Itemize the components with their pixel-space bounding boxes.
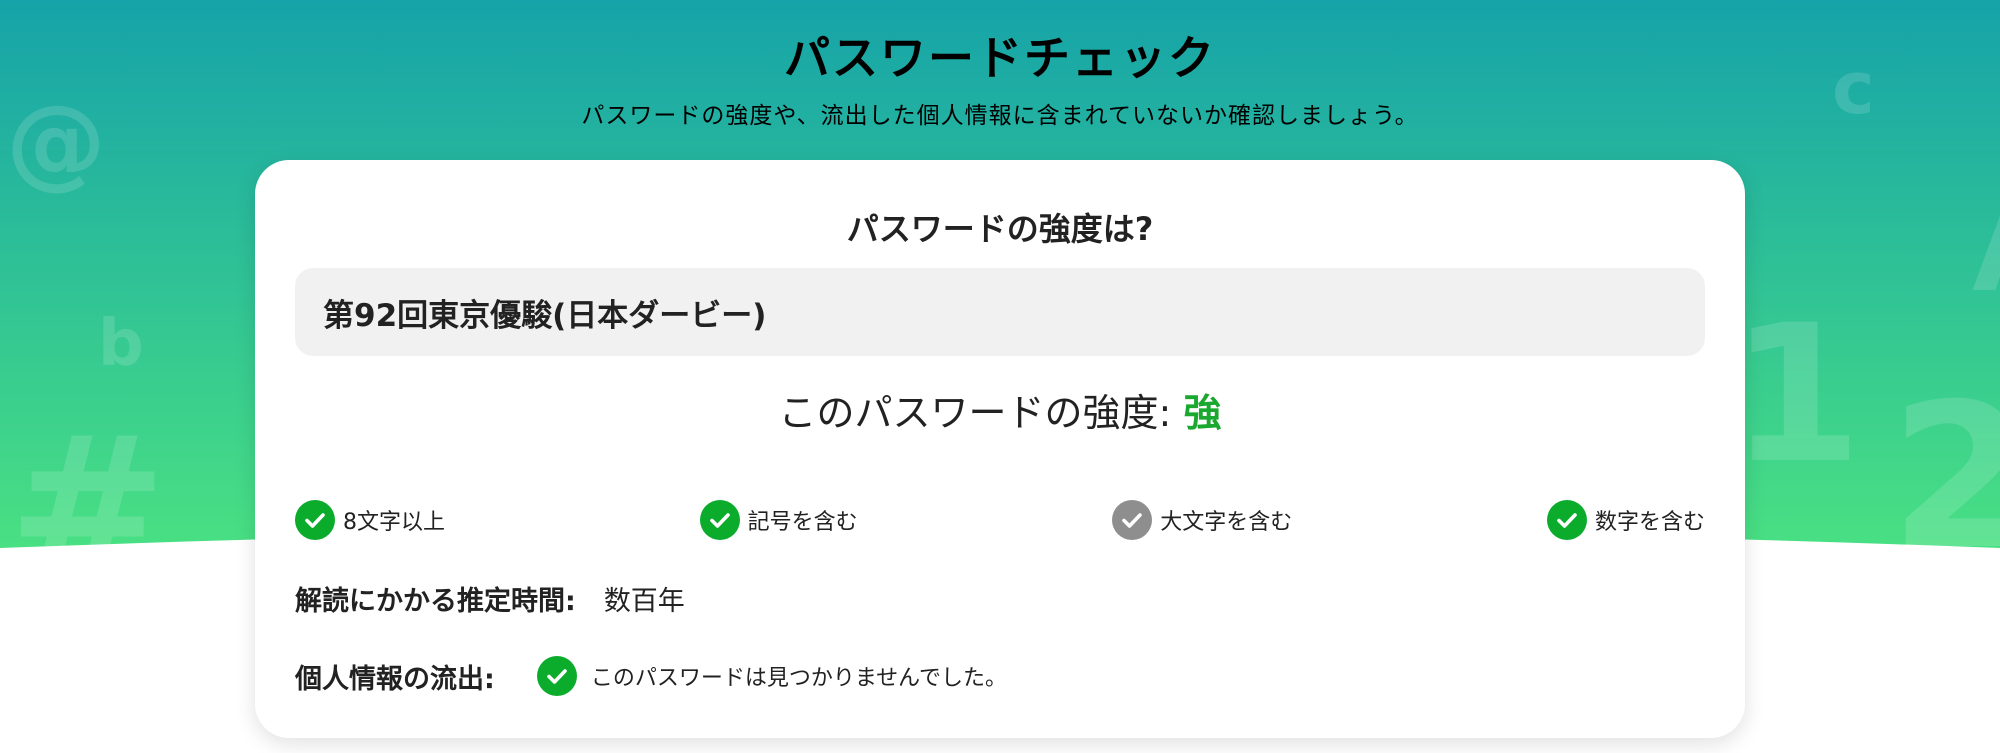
decorative-b-glyph: b (98, 307, 144, 381)
leak-status: このパスワードは見つかりませんでした。 (590, 666, 1008, 691)
card-title: パスワードの強度は? (846, 210, 1154, 248)
password-check-card: パスワードの強度は? このパスワードの強度: 強 8文字以上 記号を含む (255, 160, 1745, 738)
leak-row: 個人情報の流出: このパスワードは見つかりませんでした。 (295, 654, 1007, 698)
criterion-label: 数字を含む (1594, 510, 1705, 535)
criteria-list: 8文字以上 記号を含む 大文字を含む 数字を含む (295, 498, 1705, 542)
page-subtitle: パスワードの強度や、流出した個人情報に含まれていないか確認しましょう。 (581, 103, 1419, 129)
page-title: パスワードチェック (784, 31, 1216, 85)
criterion-label: 8文字以上 (343, 510, 445, 535)
decorative-1-glyph: 1 (1730, 284, 1863, 505)
criterion-symbol: 記号を含む (699, 500, 858, 540)
check-icon (699, 500, 740, 540)
strength-value: 強 (1183, 391, 1222, 435)
decorative-hash-glyph: # (8, 396, 168, 617)
crack-time-label: 解読にかかる推定時間: (295, 585, 576, 617)
criterion-min-length: 8文字以上 (295, 500, 445, 540)
page: @ b # c A 1 2 パスワードチェック パスワードの強度や、流出した個人… (0, 0, 2000, 753)
crack-time-value: 数百年 (603, 585, 685, 617)
decorative-2-glyph: 2 (1890, 361, 2000, 594)
check-icon (1546, 500, 1587, 540)
password-input[interactable] (295, 268, 1705, 356)
decorative-a-glyph: A (1972, 190, 2000, 310)
leak-label: 個人情報の流出: (295, 663, 495, 695)
check-icon (1112, 500, 1153, 540)
criterion-uppercase: 大文字を含む (1112, 500, 1292, 540)
strength-result: このパスワードの強度: 強 (255, 382, 1745, 437)
check-icon (536, 656, 577, 696)
crack-time-row: 解読にかかる推定時間: 数百年 (295, 578, 685, 618)
criterion-label: 記号を含む (747, 510, 858, 535)
criterion-label: 大文字を含む (1160, 510, 1293, 535)
check-icon (295, 500, 335, 540)
criterion-number: 数字を含む (1546, 500, 1705, 540)
strength-label: このパスワードの強度: (778, 391, 1172, 435)
